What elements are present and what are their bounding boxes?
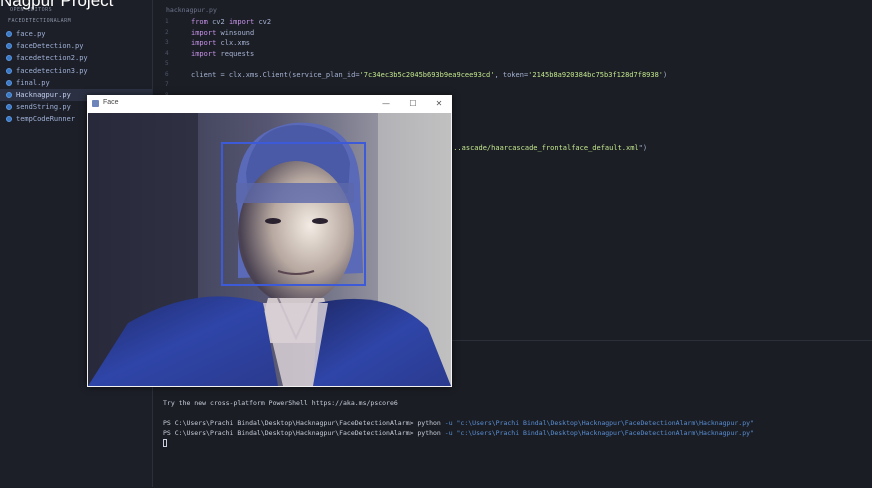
face-window-title: Face (103, 99, 119, 106)
code-token: import (191, 39, 217, 47)
maximize-button[interactable]: ☐ (403, 97, 423, 111)
python-file-icon (6, 43, 12, 50)
file-name: face.py (16, 30, 46, 38)
file-item[interactable]: final.py (0, 77, 152, 89)
terminal-cursor (163, 439, 167, 447)
file-name: sendString.py (16, 103, 71, 112)
code-token: '7c34ec3b5c2045b693b9ea9cee93cd' (359, 70, 495, 79)
face-window[interactable]: Face — ☐ ✕ (87, 95, 452, 387)
code-line[interactable]: client = clx.xms.Client(service_plan_id=… (191, 71, 667, 79)
line-number: 3 (165, 39, 169, 46)
file-item[interactable]: faceDetection.py (0, 40, 152, 52)
file-item[interactable]: facedetection3.py (0, 65, 152, 77)
code-token: clx.xms (216, 39, 251, 47)
window-app-icon (92, 100, 99, 107)
line-number: 1 (165, 18, 169, 25)
video-title: Nagpur Project (0, 0, 114, 10)
file-name: final.py (16, 78, 50, 87)
code-token: import (191, 49, 217, 58)
code-token: '2145b8a920384bc75b3f128d7f8938' (528, 70, 664, 79)
python-file-icon (6, 116, 12, 123)
code-token: from (191, 18, 208, 26)
python-file-icon (6, 67, 12, 74)
line-number: 7 (165, 81, 169, 88)
terminal-prompt: PS C:\Users\Prachi Bindal\Desktop\Hackna… (163, 429, 441, 437)
line-number: 4 (165, 49, 169, 57)
code-line[interactable]: import winsound (191, 29, 254, 37)
terminal-intro: Try the new cross-platform PowerShell ht… (163, 399, 398, 407)
code-token: client = clx.xms.Client(service_plan_id= (191, 70, 360, 79)
terminal-command-line: PS C:\Users\Prachi Bindal\Desktop\Hackna… (163, 429, 754, 437)
close-button[interactable]: ✕ (429, 97, 449, 111)
file-name: Hacknagpur.py (16, 90, 71, 99)
terminal-prompt: PS C:\Users\Prachi Bindal\Desktop\Hackna… (163, 419, 441, 427)
python-file-icon (6, 31, 12, 37)
code-token: requests (216, 49, 255, 58)
terminal-args: -u "c:\Users\Prachi Bindal\Desktop\Hackn… (444, 429, 754, 437)
code-token: cv2 (207, 18, 229, 26)
minimize-button[interactable]: — (376, 97, 396, 111)
code-token: cv2 (254, 18, 272, 26)
line-number: 5 (165, 60, 169, 67)
code-token: winsound (216, 28, 255, 37)
file-item[interactable]: face.py (0, 28, 152, 40)
code-line[interactable]: import clx.xms (191, 39, 250, 47)
line-number: 6 (165, 70, 169, 78)
code-line[interactable]: import requests (191, 50, 254, 58)
file-name: tempCodeRunner (16, 115, 76, 124)
python-file-icon (6, 104, 12, 111)
editor-tab-label[interactable]: hacknagpur.py (166, 6, 217, 14)
line-number: 2 (165, 28, 169, 36)
code-line[interactable]: ...ascade/haarcascade_frontalface_defaul… (449, 144, 647, 152)
camera-feed (88, 113, 451, 386)
file-item[interactable]: facedetection2.py (0, 52, 152, 64)
code-token: ...ascade/haarcascade_frontalface_defaul… (449, 144, 639, 152)
file-name: faceDetection.py (16, 42, 84, 51)
python-file-icon (6, 55, 12, 62)
face-window-titlebar[interactable]: Face — ☐ ✕ (87, 95, 452, 113)
terminal-command-line: PS C:\Users\Prachi Bindal\Desktop\Hackna… (163, 419, 754, 427)
python-file-icon (6, 79, 12, 86)
code-token: import (191, 28, 217, 37)
project-folder-header[interactable]: FACEDETECTIONALARM (8, 18, 71, 24)
file-name: facedetection2.py (16, 54, 88, 63)
code-token: , token= (494, 70, 529, 79)
file-name: facedetection3.py (16, 66, 88, 75)
python-file-icon (6, 91, 12, 98)
code-token: import (228, 18, 255, 26)
terminal-args: -u "c:\Users\Prachi Bindal\Desktop\Hackn… (444, 419, 754, 427)
code-token: ) (663, 70, 668, 79)
code-token: ") (638, 144, 648, 152)
face-detection-box (221, 142, 366, 286)
code-line[interactable]: from cv2 import cv2 (191, 18, 271, 26)
